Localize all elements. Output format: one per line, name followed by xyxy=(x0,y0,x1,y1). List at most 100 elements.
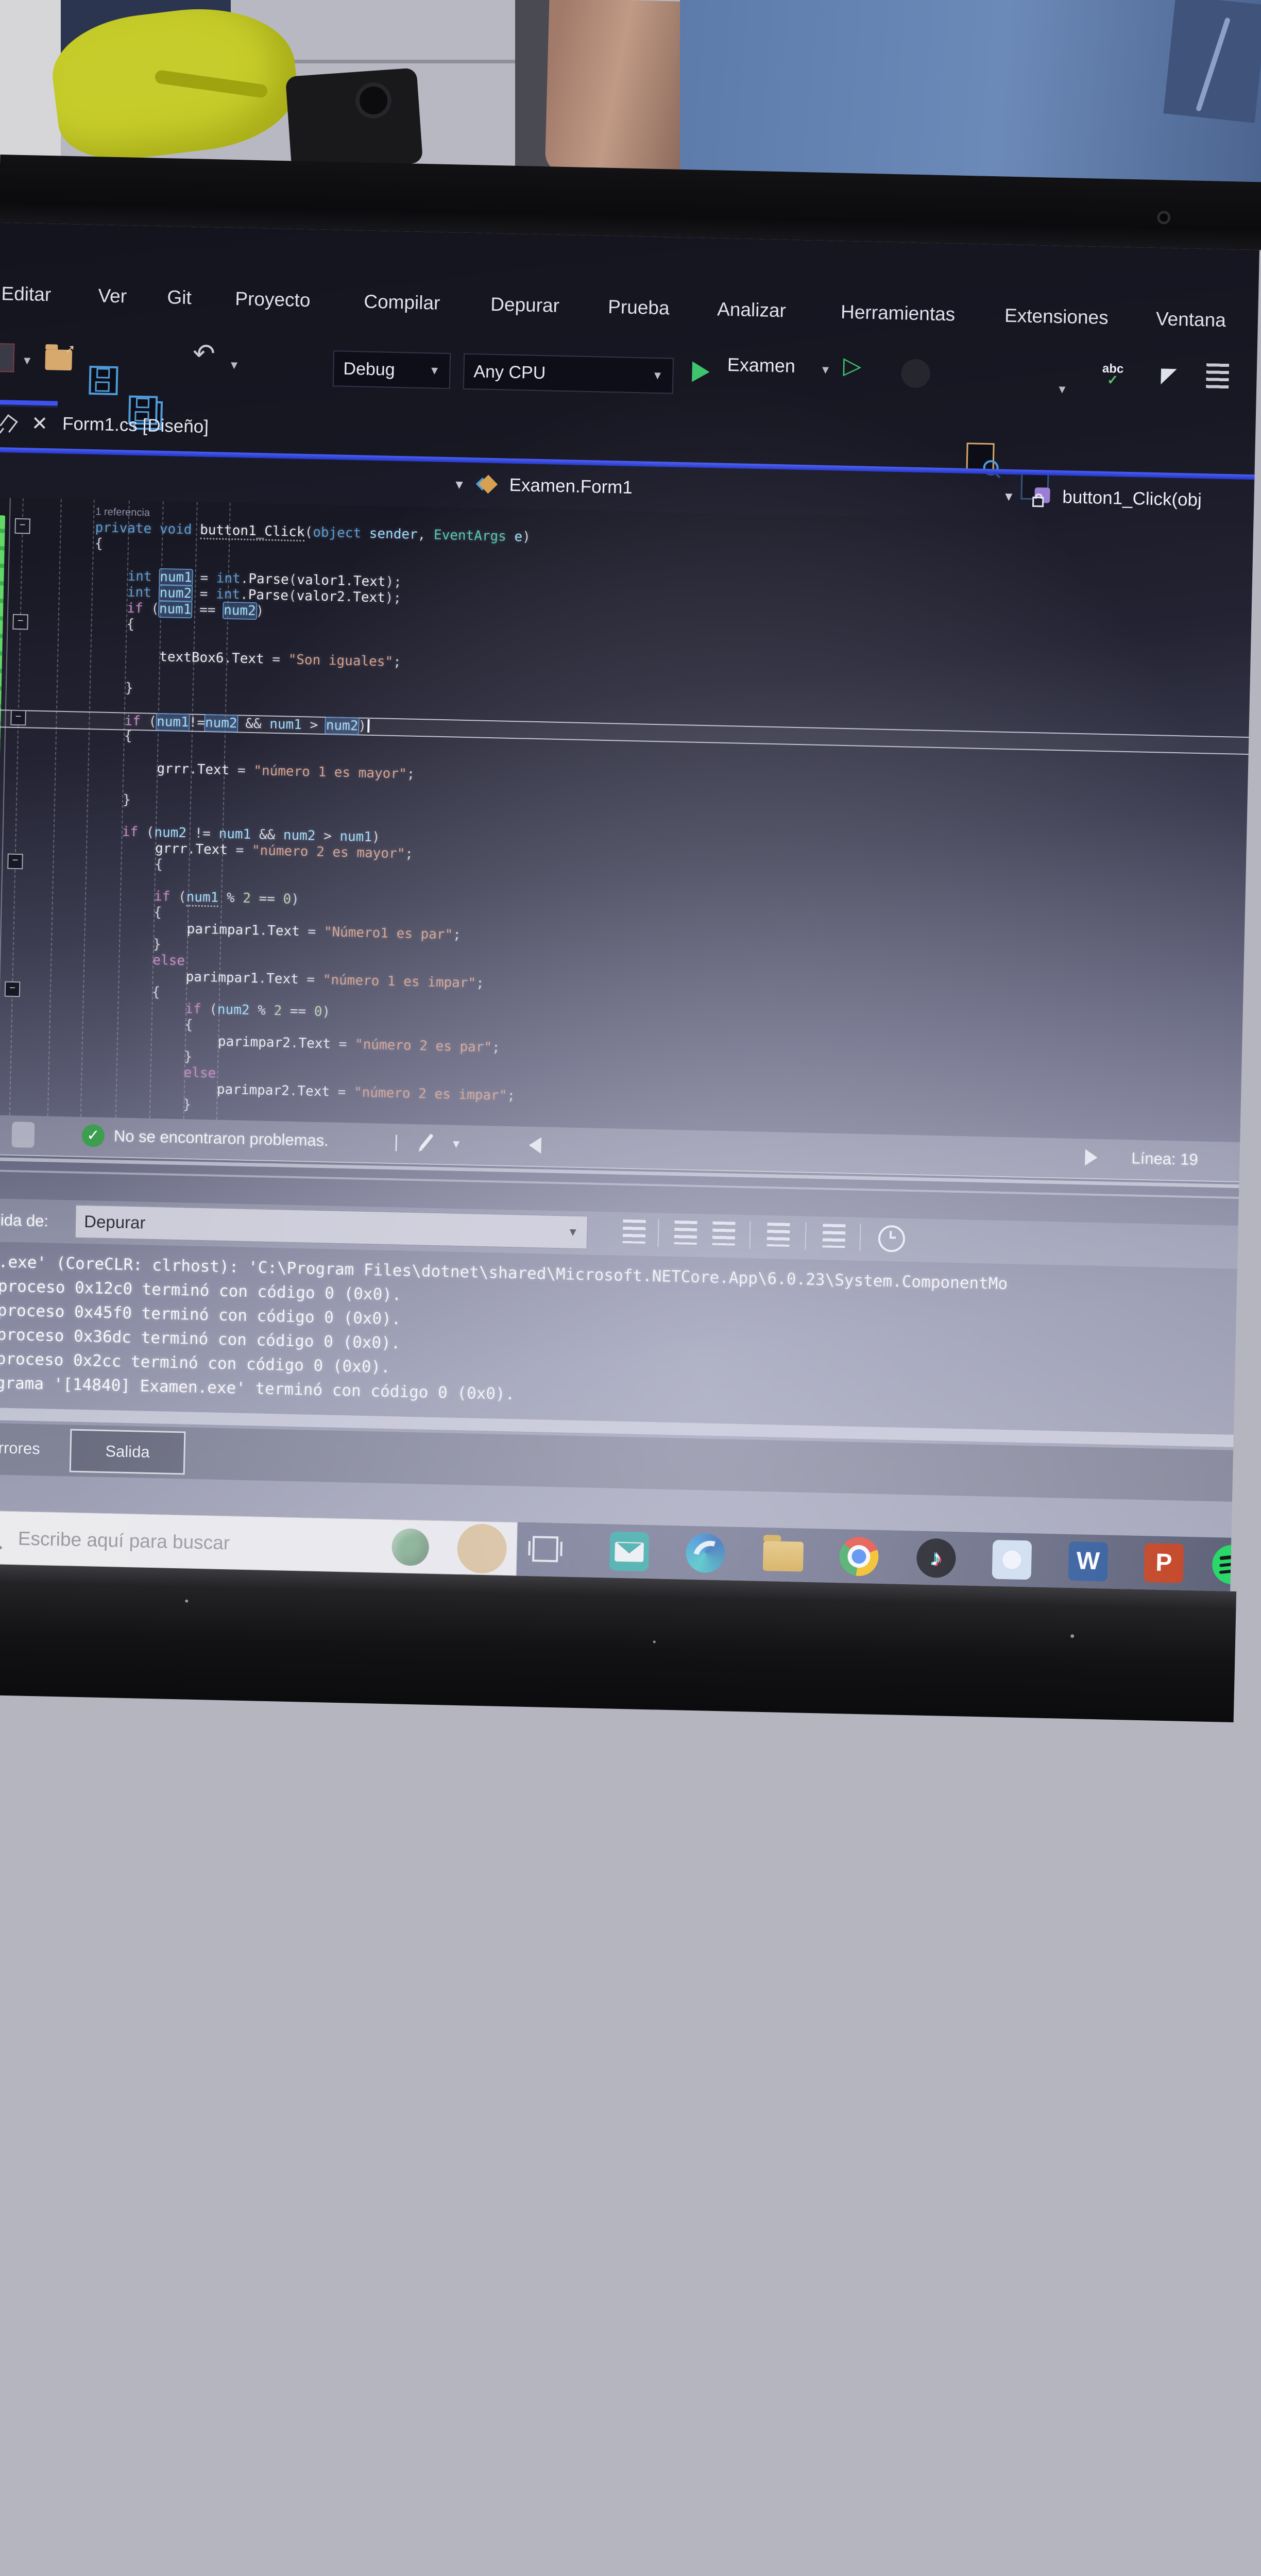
collapse-region-icon[interactable]: − xyxy=(14,518,30,534)
output-list-icon[interactable] xyxy=(674,1221,699,1248)
platform-dropdown[interactable]: Any CPU ▼ xyxy=(463,353,674,394)
code-token xyxy=(261,716,269,732)
separator xyxy=(749,1221,751,1249)
code-token: if xyxy=(124,714,141,730)
code-token: = xyxy=(229,762,254,778)
powerpoint-icon[interactable]: P xyxy=(1144,1543,1184,1583)
comment-tool-icon[interactable] xyxy=(1206,363,1229,391)
collapse-region-icon[interactable]: − xyxy=(5,981,21,997)
clear-all-icon[interactable] xyxy=(766,1223,792,1250)
scroll-left-icon[interactable] xyxy=(529,1137,541,1154)
save-icon[interactable] xyxy=(89,366,118,395)
code-token xyxy=(192,522,200,537)
chrome-icon[interactable] xyxy=(839,1536,879,1577)
timestamp-clock-icon[interactable] xyxy=(878,1225,903,1252)
menu-item-analizar[interactable]: Analizar xyxy=(717,275,787,345)
open-file-icon[interactable] xyxy=(45,349,72,370)
menu-item-proyecto[interactable]: Proyecto xyxy=(234,265,311,334)
configuration-dropdown[interactable]: Debug ▼ xyxy=(333,350,451,389)
code-token: int xyxy=(216,586,241,602)
code-token: { xyxy=(184,1017,193,1032)
tab-output[interactable]: Salida xyxy=(70,1429,186,1475)
code-token: = xyxy=(228,842,252,858)
code-token: = xyxy=(300,924,325,940)
chevron-down-icon[interactable]: ▼ xyxy=(450,1138,462,1151)
scroll-right-icon[interactable] xyxy=(1085,1149,1098,1166)
code-token: % xyxy=(227,890,235,906)
edge-browser-icon[interactable] xyxy=(686,1533,726,1573)
task-view-icon[interactable] xyxy=(532,1536,558,1562)
code-token: Text xyxy=(195,842,228,858)
output-source-dropdown[interactable]: Depurar ▼ xyxy=(75,1205,588,1250)
tab-form1-diseno[interactable]: Form1.cs [Diseño] xyxy=(62,414,209,437)
start-project-label[interactable]: Examen xyxy=(727,354,795,377)
cropped-toolbar-icon[interactable] xyxy=(0,343,14,372)
start-without-debug-icon[interactable]: ▷ xyxy=(843,353,861,378)
chevron-down-icon[interactable]: ▼ xyxy=(1056,383,1068,396)
code-token: Text xyxy=(297,1083,330,1099)
code-token: num2 xyxy=(217,1002,250,1018)
member-dropdown[interactable]: button1_Click(obj xyxy=(1062,487,1202,511)
chevron-down-icon[interactable]: ▼ xyxy=(228,359,240,372)
code-token: Text xyxy=(266,971,299,987)
code-token: && xyxy=(245,716,262,732)
chevron-down-icon[interactable]: ▼ xyxy=(453,478,465,493)
code-token xyxy=(249,1003,258,1018)
code-token: num1 xyxy=(186,889,218,907)
collapse-region-icon[interactable]: − xyxy=(12,614,28,630)
code-token: Text xyxy=(353,589,385,605)
code-token: . xyxy=(224,651,232,666)
chevron-down-icon[interactable]: ▼ xyxy=(1002,490,1015,505)
close-tab-icon[interactable]: ✕ xyxy=(31,412,48,435)
output-list2-icon[interactable] xyxy=(712,1222,737,1249)
laptop: Editar Ver Git Proyecto Compilar Depurar Prueb… xyxy=(0,0,1261,1722)
type-dropdown[interactable]: Examen.Form1 xyxy=(509,475,633,498)
start-debug-icon[interactable] xyxy=(692,361,710,382)
menu-item-ver[interactable]: Ver xyxy=(97,262,127,330)
code-token: = xyxy=(330,1084,354,1100)
text-cursor xyxy=(367,719,370,733)
code-editor[interactable]: − − − − − 1 referenciaprivate void button1_C… xyxy=(0,498,1253,1142)
code-token: "Son iguales" xyxy=(288,652,393,669)
code-token: } xyxy=(184,1049,192,1064)
select-tool-icon[interactable]: ◤ xyxy=(1161,363,1177,387)
menu-item-prueba[interactable]: Prueba xyxy=(607,273,670,343)
menu-item-compilar[interactable]: Compilar xyxy=(363,267,441,337)
app-tile-icon[interactable] xyxy=(992,1540,1032,1580)
code-lines[interactable]: 1 referenciaprivate void button1_Click(o… xyxy=(0,498,1253,1142)
word-wrap-icon[interactable] xyxy=(822,1224,847,1251)
code-token: ; xyxy=(476,976,484,991)
spotify-icon[interactable] xyxy=(1212,1545,1252,1585)
code-token: == xyxy=(290,1004,306,1020)
tiktok-icon[interactable]: ♪ xyxy=(916,1538,957,1578)
find-message-icon[interactable] xyxy=(623,1219,648,1247)
undo-icon[interactable]: ↶ xyxy=(193,340,216,367)
menu-item-editar[interactable]: Editar xyxy=(1,260,52,329)
code-token: Text xyxy=(267,923,300,939)
chevron-down-icon[interactable]: ▼ xyxy=(820,363,831,377)
collapse-region-icon[interactable]: − xyxy=(7,854,23,870)
chevron-down-icon: ▼ xyxy=(652,369,663,382)
spell-check-icon[interactable]: abc✓ xyxy=(1102,363,1123,385)
code-token: ( xyxy=(140,714,157,730)
menu-item-extensiones[interactable]: Extensiones xyxy=(1004,282,1109,352)
mail-icon[interactable] xyxy=(609,1531,650,1571)
code-token xyxy=(306,1004,314,1019)
code-token xyxy=(361,526,369,541)
document-health-icon[interactable] xyxy=(11,1122,35,1148)
code-token: } xyxy=(183,1097,191,1112)
word-icon[interactable]: W xyxy=(1068,1541,1109,1582)
menu-item-depurar[interactable]: Depurar xyxy=(490,270,560,340)
menu-item-herramientas[interactable]: Herramientas xyxy=(840,278,956,349)
code-token: { xyxy=(152,985,160,1000)
chevron-down-icon[interactable]: ▼ xyxy=(21,354,32,367)
menu-item-ventana[interactable]: Ventana xyxy=(1155,285,1227,354)
pin-tab-icon[interactable] xyxy=(0,414,18,433)
profiler-icon[interactable] xyxy=(901,359,930,388)
code-cleanup-pen-icon[interactable] xyxy=(420,1133,434,1149)
collapse-region-icon[interactable]: − xyxy=(10,710,26,726)
tab-error-list[interactable]: e errores xyxy=(0,1438,40,1459)
menu-item-git[interactable]: Git xyxy=(166,263,192,332)
file-explorer-icon[interactable] xyxy=(763,1535,803,1575)
separator xyxy=(859,1224,861,1251)
